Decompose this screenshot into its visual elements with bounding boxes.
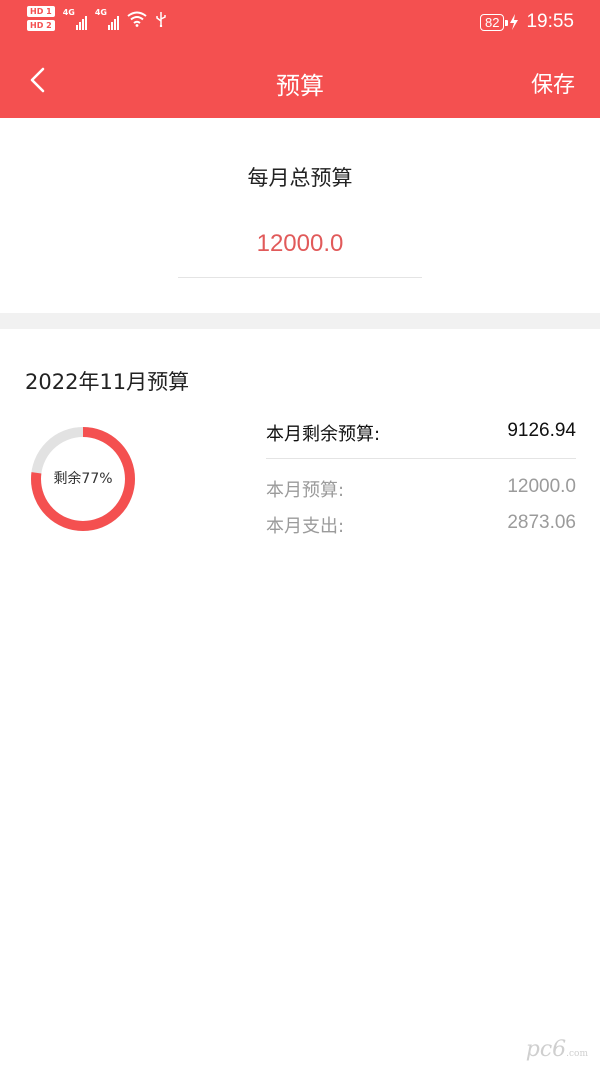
- signal-icon-1: 4G: [63, 8, 87, 30]
- battery-icon: 82: [479, 13, 510, 31]
- expense-row: 本月支出: 2873.06: [266, 512, 576, 548]
- save-button[interactable]: 保存: [531, 67, 575, 99]
- sim2-badge: HD 2: [27, 20, 55, 31]
- watermark-sub: .com: [566, 1049, 588, 1059]
- monthly-budget-label: 每月总预算: [247, 166, 353, 190]
- signal-icon-2: 4G: [95, 8, 119, 30]
- remaining-label: 本月剩余预算:: [266, 424, 381, 445]
- status-time: 19:55: [526, 11, 574, 32]
- network-type-2: 4G: [94, 7, 107, 17]
- section-divider: [0, 313, 600, 329]
- input-underline: [178, 277, 422, 278]
- budget-label: 本月预算:: [266, 480, 345, 501]
- month-budget-title: 2022年11月预算: [25, 370, 190, 394]
- budget-row: 本月预算: 12000.0: [266, 476, 576, 512]
- page-title: 预算: [276, 72, 324, 100]
- status-bar: HD 1 HD 2 4G 4G 82 19:55: [0, 0, 600, 46]
- donut-label: 剩余77%: [53, 471, 113, 487]
- nav-bar: 预算 保存: [0, 46, 600, 118]
- summary-divider: [266, 458, 576, 459]
- usb-icon: [156, 11, 166, 27]
- status-left: HD 1 HD 2 4G 4G: [27, 6, 167, 31]
- remaining-value: 9126.94: [507, 420, 576, 441]
- watermark-text: pc6: [525, 1037, 567, 1062]
- budget-value: 12000.0: [507, 476, 576, 497]
- sim1-badge: HD 1: [27, 6, 55, 17]
- monthly-budget-input[interactable]: 12000.0: [0, 230, 600, 258]
- sim-indicators: HD 1 HD 2: [27, 6, 55, 31]
- status-right: 82 19:55: [479, 11, 574, 33]
- charging-icon: [510, 14, 519, 30]
- remaining-row: 本月剩余预算: 9126.94: [266, 420, 576, 458]
- expense-label: 本月支出:: [266, 516, 345, 537]
- budget-summary: 本月剩余预算: 9126.94 本月预算: 12000.0 本月支出: 2873…: [266, 420, 576, 548]
- watermark-logo: pc6.com: [526, 1037, 588, 1062]
- monthly-budget-section: 每月总预算 12000.0: [0, 118, 600, 313]
- wifi-icon: [127, 11, 147, 27]
- expense-value: 2873.06: [507, 512, 576, 533]
- network-type-1: 4G: [62, 7, 75, 17]
